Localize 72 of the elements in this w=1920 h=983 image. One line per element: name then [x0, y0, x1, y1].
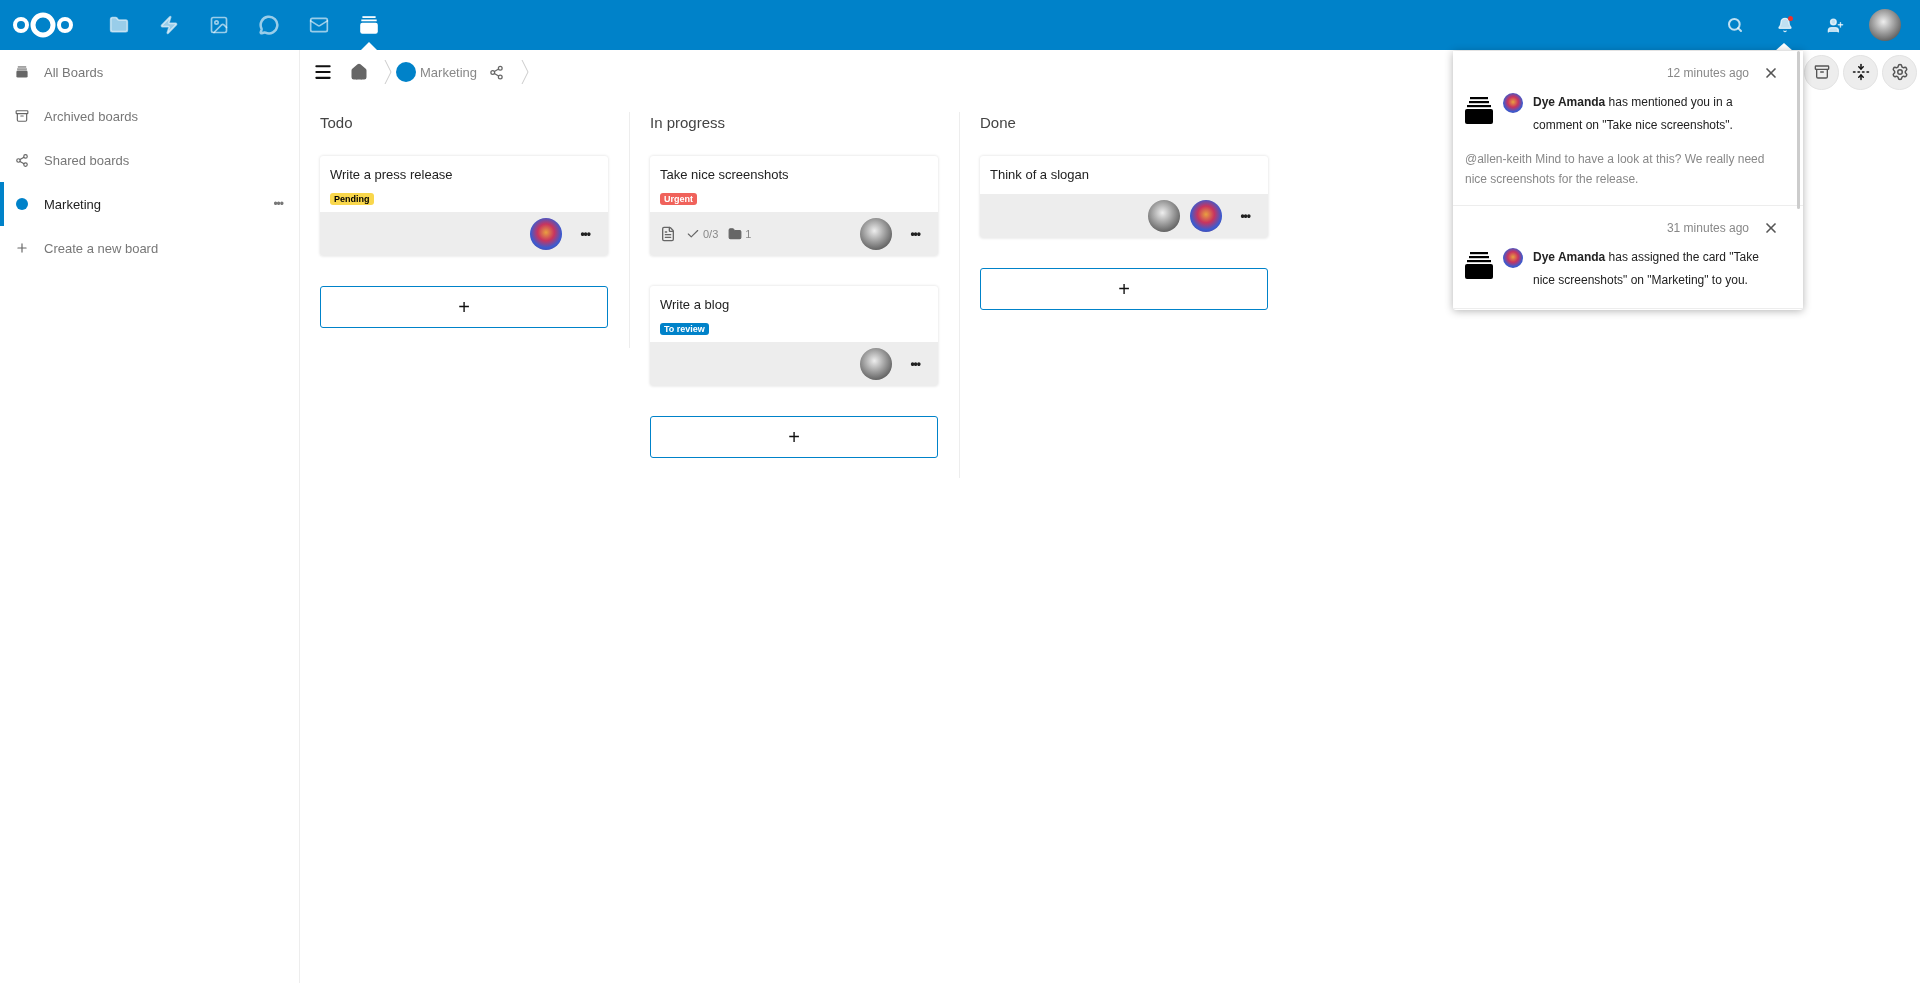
folder-icon [109, 15, 129, 35]
card[interactable]: Write a press release Pending ••• [320, 156, 608, 256]
more-button[interactable]: ••• [1232, 209, 1258, 223]
checklist-count: 0/3 [686, 227, 719, 241]
add-card-button[interactable]: + [650, 416, 938, 458]
search-icon [1727, 17, 1743, 33]
mail-icon [309, 15, 329, 35]
close-button[interactable] [1763, 65, 1779, 81]
sidebar-item[interactable]: Shared boards [0, 138, 299, 182]
logo-icon[interactable] [12, 10, 74, 40]
breadcrumb-link[interactable]: Marketing [420, 64, 478, 80]
add-card-button[interactable]: + [980, 268, 1268, 310]
label-tag: Pending [330, 193, 374, 205]
collapse-button[interactable] [1843, 54, 1878, 90]
notification-time: 12 minutes ago [1666, 66, 1749, 80]
menu-icon [313, 62, 333, 82]
attachment-count: 1 [728, 227, 752, 241]
contacts-icon [1826, 16, 1844, 34]
archive-icon [15, 108, 29, 124]
label-tag: Urgent [660, 193, 697, 205]
label-tag: To review [660, 323, 709, 335]
deck-icon [15, 64, 29, 80]
deck-icon [1465, 252, 1493, 282]
column-title: In progress [650, 113, 727, 133]
close-button[interactable] [1763, 220, 1779, 236]
more-button[interactable]: ••• [902, 227, 928, 241]
archive-icon [1813, 64, 1830, 80]
card[interactable]: Take nice screenshots Urgent 0/3 1 ••• [650, 156, 938, 256]
column-title: Todo [320, 113, 354, 133]
card-title: Take nice screenshots [660, 167, 790, 182]
card-title: Write a blog [660, 297, 731, 312]
card-title: Think of a slogan [990, 167, 1090, 182]
sidebar-item[interactable]: Archived boards [0, 94, 299, 138]
avatar [530, 218, 563, 250]
share-icon [488, 64, 504, 80]
avatar [860, 348, 893, 380]
column-title: Done [980, 113, 1017, 133]
share-icon [15, 152, 29, 168]
card[interactable]: Write a blog To review ••• [650, 286, 938, 386]
more-button[interactable]: ••• [269, 197, 287, 211]
chevron-icon [521, 59, 530, 85]
home-icon [350, 63, 368, 81]
card-title: Write a press release [330, 167, 454, 182]
bell-icon [1777, 17, 1793, 33]
plus-icon [15, 240, 29, 256]
avatar [860, 218, 893, 250]
card[interactable]: Think of a slogan ••• [980, 156, 1268, 238]
avatar [1503, 248, 1523, 268]
avatar [1148, 200, 1181, 232]
deck-icon [1465, 97, 1493, 127]
archive-button[interactable] [1804, 54, 1839, 90]
avatar [1503, 93, 1523, 113]
notification-time: 31 minutes ago [1666, 221, 1749, 235]
image-icon [209, 15, 229, 35]
lightning-icon [159, 15, 179, 35]
chevron-icon [384, 59, 392, 85]
collapse-icon [1851, 63, 1870, 81]
notification-message: Dye Amanda has assigned the card "Take nice screenshots" on "Marketing" to you. [1533, 249, 1760, 289]
more-button[interactable]: ••• [572, 227, 598, 241]
speech-bubble-icon [259, 15, 279, 35]
scrollbar[interactable] [1797, 51, 1800, 209]
settings-icon [1890, 63, 1909, 81]
sidebar-item[interactable]: Marketing ••• [0, 182, 299, 226]
settings-button[interactable] [1882, 54, 1917, 90]
avatar [1190, 200, 1223, 232]
add-card-button[interactable]: + [320, 286, 608, 328]
notification-message: Dye Amanda has mentioned you in a comment on "Take nice screenshots". [1533, 94, 1734, 134]
notification-comment: @allen-keith Mind to have a look at this? We really need nice screenshots for the release. [1465, 151, 1766, 188]
sidebar-item[interactable]: All Boards [0, 50, 299, 94]
sidebar-item[interactable]: Create a new board [0, 226, 299, 270]
deck-icon [358, 14, 380, 36]
more-button[interactable]: ••• [902, 357, 928, 371]
